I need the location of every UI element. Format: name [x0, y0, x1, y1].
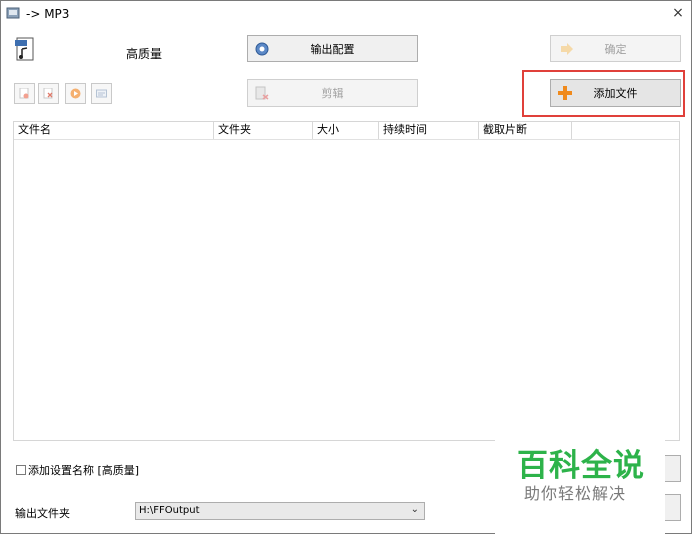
add-setting-name-checkbox[interactable]: [16, 465, 26, 475]
add-setting-name-label: 添加设置名称 [高质量]: [28, 464, 140, 477]
column-header-folder[interactable]: 文件夹: [214, 122, 313, 139]
clear-list-icon: [43, 88, 53, 99]
column-header-filename[interactable]: 文件名: [14, 122, 214, 139]
window-title: -> MP3: [26, 7, 70, 21]
column-header-clip-segment[interactable]: 截取片断: [479, 122, 572, 139]
column-header-duration[interactable]: 持续时间: [379, 122, 479, 139]
column-header-size[interactable]: 大小: [313, 122, 379, 139]
add-files-button[interactable]: 添加文件: [550, 79, 681, 107]
watermark-title: 百科全说: [517, 448, 645, 484]
ok-button[interactable]: 确定: [550, 35, 681, 62]
output-folder-value: H:\FFOutput: [139, 505, 200, 516]
table-header: 文件名 文件夹 大小 持续时间 截取片断: [14, 122, 679, 140]
remove-file-button[interactable]: [14, 83, 35, 104]
remove-file-icon: [19, 88, 29, 99]
quality-label: 高质量: [126, 47, 163, 61]
output-config-button[interactable]: 输出配置: [247, 35, 418, 62]
mp3-format-icon: [15, 37, 34, 61]
clip-label: 剪辑: [321, 87, 344, 100]
clear-list-button[interactable]: [38, 83, 59, 104]
output-folder-label: 输出文件夹: [15, 507, 70, 520]
media-info-button[interactable]: [91, 83, 112, 104]
file-list-table[interactable]: 文件名 文件夹 大小 持续时间 截取片断: [13, 121, 680, 441]
watermark-subtitle: 助你轻松解决: [524, 484, 627, 503]
clip-button[interactable]: 剪辑: [247, 79, 418, 107]
play-button[interactable]: [65, 83, 86, 104]
output-folder-select[interactable]: H:\FFOutput ⌄: [135, 502, 425, 520]
media-info-icon: [96, 89, 107, 98]
app-icon: [6, 7, 20, 19]
play-icon: [70, 88, 81, 99]
chevron-down-icon[interactable]: ⌄: [411, 504, 419, 515]
ok-label: 确定: [604, 42, 627, 56]
add-files-label: 添加文件: [593, 87, 638, 100]
close-button[interactable]: ×: [670, 5, 686, 21]
title-bar: -> MP3 ×: [0, 0, 690, 28]
output-config-label: 输出配置: [310, 42, 355, 56]
